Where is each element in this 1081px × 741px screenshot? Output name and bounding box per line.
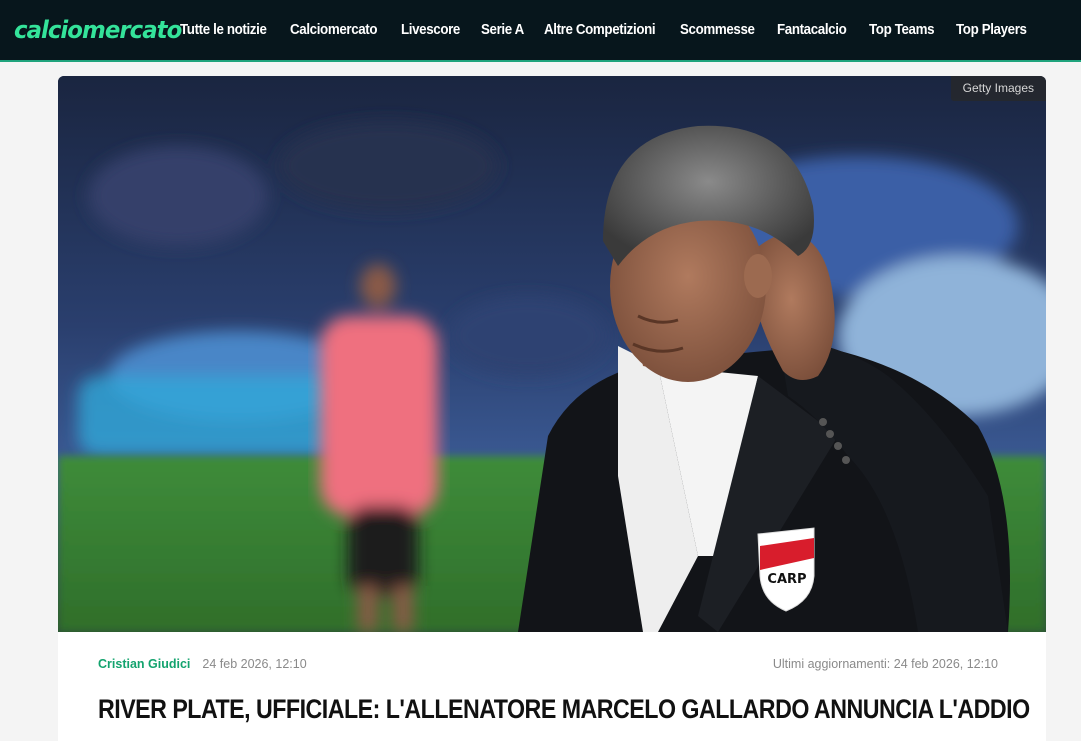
article-date: 24 feb 2026, 12:10 (202, 657, 307, 671)
nav-fantacalcio[interactable]: Fantacalcio (777, 22, 847, 38)
article-card: Cristian Giudici 24 feb 2026, 12:10 Ulti… (58, 632, 1046, 741)
article-updated: Ultimi aggiornamenti: 24 feb 2026, 12:10 (772, 657, 998, 671)
nav-calciomercato[interactable]: Calciomercato (290, 22, 378, 38)
nav-livescore[interactable]: Livescore (401, 22, 460, 38)
nav-top-players[interactable]: Top Players (956, 22, 1027, 38)
site-logo[interactable]: calciomercato (14, 13, 182, 47)
nav-scommesse[interactable]: Scommesse (680, 22, 755, 38)
article-title: RIVER PLATE, UFFICIALE: L'ALLENATORE MAR… (98, 694, 1030, 724)
nav-altre-competizioni[interactable]: Altre Competizioni (544, 22, 656, 38)
hero-photo: CARP (58, 76, 1046, 632)
article-author[interactable]: Cristian Giudici (98, 657, 190, 671)
club-badge-text: CARP (767, 572, 806, 587)
nav-serie-a[interactable]: Serie A (481, 22, 524, 38)
site-header: calciomercato Tutte le notizie Calciomer… (0, 0, 1081, 62)
nav-top-teams[interactable]: Top Teams (869, 22, 935, 38)
nav-tutte-le-notizie[interactable]: Tutte le notizie (180, 22, 267, 38)
logo-text: calciomercato (14, 16, 182, 44)
image-credit: Getty Images (950, 76, 1046, 101)
main-nav: Tutte le notizie Calciomercato Livescore… (180, 0, 1048, 60)
hero-image: CARP Getty Images (58, 76, 1046, 632)
article-meta: Cristian Giudici 24 feb 2026, 12:10 Ulti… (98, 656, 998, 672)
